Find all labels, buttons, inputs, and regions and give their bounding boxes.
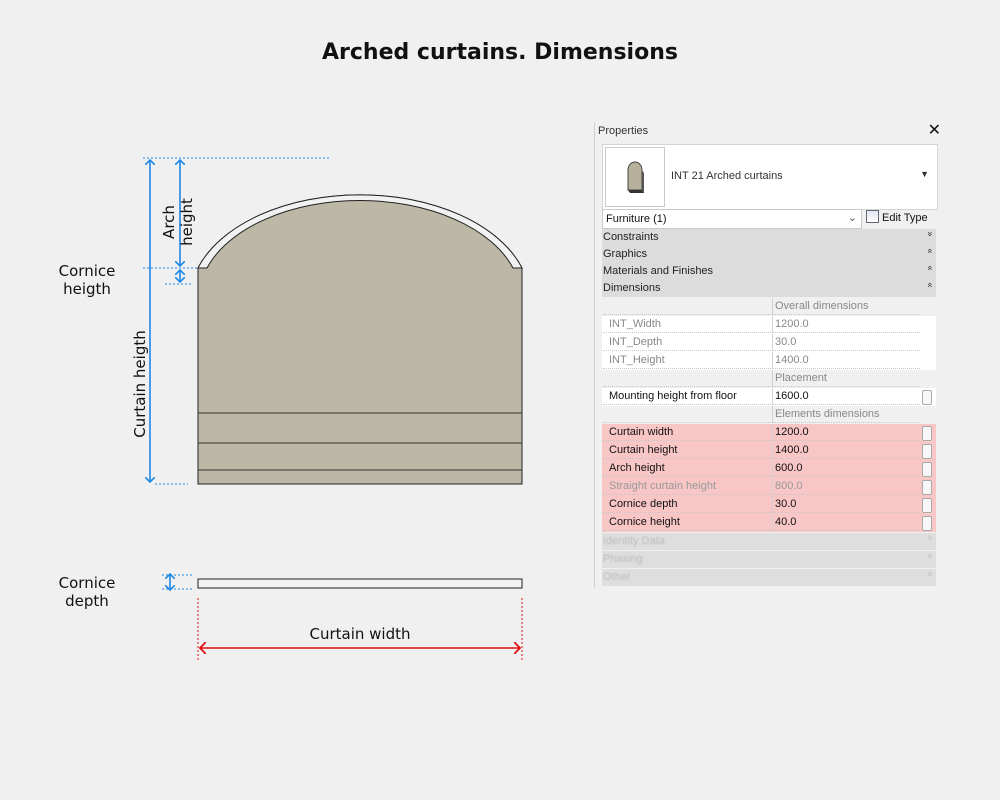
group-label: Dimensions <box>603 282 661 294</box>
property-name <box>603 406 771 423</box>
property-name: Curtain width <box>603 424 771 441</box>
property-name: INT_Height <box>603 352 771 369</box>
arch-height-label: Arch height <box>160 198 196 246</box>
property-name: Arch height <box>603 460 771 477</box>
curtain-width-label: Curtain width <box>309 625 411 643</box>
property-value[interactable]: 1200.0 <box>772 316 920 333</box>
properties-title: Properties <box>598 125 649 137</box>
group-header[interactable]: Other « <box>602 569 936 586</box>
section-label: Elements dimensions <box>772 406 920 423</box>
expand-icon[interactable]: » <box>925 231 935 236</box>
property-name <box>603 370 771 387</box>
chevron-down-icon: ⌄ <box>847 212 857 224</box>
dropdown-arrow-icon[interactable]: ▼ <box>920 169 929 179</box>
property-row[interactable]: INT_Height 1400.0 <box>602 352 936 370</box>
group-header[interactable]: Constraints » <box>602 229 936 246</box>
property-name: Curtain height <box>603 442 771 459</box>
property-name: INT_Depth <box>603 334 771 351</box>
associate-parameter-button[interactable] <box>922 498 932 513</box>
associate-parameter-button[interactable] <box>922 444 932 459</box>
edit-type-icon <box>866 210 879 223</box>
type-thumbnail <box>605 147 665 207</box>
property-row[interactable]: Elements dimensions <box>602 406 936 424</box>
group-label: Constraints <box>603 231 659 243</box>
group-header[interactable]: Phasing « <box>602 551 936 568</box>
property-row[interactable]: Placement <box>602 370 936 388</box>
property-name: Straight curtain height <box>603 478 771 495</box>
property-row[interactable]: Cornice depth 30.0 <box>602 496 936 514</box>
collapse-icon[interactable]: « <box>925 553 935 558</box>
properties-panel: Properties ✕ INT 21 Arched curtains ▼ Fu… <box>594 122 943 588</box>
curtain-height-label: Curtain heigth <box>131 330 149 438</box>
group-header[interactable]: Graphics « <box>602 246 936 263</box>
curtain-shape <box>197 194 523 485</box>
category-select[interactable]: Furniture (1) ⌄ <box>602 209 862 229</box>
property-value[interactable]: 1200.0 <box>772 424 920 441</box>
type-name: INT 21 Arched curtains <box>671 170 783 182</box>
property-name: Mounting height from floor <box>603 388 771 405</box>
group-label: Other <box>603 571 631 583</box>
property-value[interactable]: 40.0 <box>772 514 920 531</box>
associate-parameter-button[interactable] <box>922 516 932 531</box>
property-value[interactable]: 1600.0 <box>772 388 920 405</box>
property-row[interactable]: Curtain height 1400.0 <box>602 442 936 460</box>
group-label: Materials and Finishes <box>603 265 714 277</box>
edit-type-label: Edit Type <box>882 212 928 224</box>
property-row[interactable]: Overall dimensions <box>602 298 936 316</box>
cornice-top-view <box>197 578 523 589</box>
property-value[interactable]: 30.0 <box>772 496 920 513</box>
edit-type-button[interactable]: Edit Type <box>866 210 928 224</box>
group-header[interactable]: Materials and Finishes « <box>602 263 936 280</box>
property-name: INT_Width <box>603 316 771 333</box>
cornice-height-label: Cornice heigth <box>58 262 116 298</box>
property-value[interactable]: 1400.0 <box>772 352 920 369</box>
associate-parameter-button[interactable] <box>922 480 932 495</box>
category-select-value: Furniture (1) <box>606 213 667 225</box>
group-label: Graphics <box>603 248 648 260</box>
associate-parameter-button[interactable] <box>922 390 932 405</box>
group-label: Identity Data <box>603 535 665 547</box>
property-row[interactable]: Straight curtain height 800.0 <box>602 478 936 496</box>
properties-header: Properties ✕ <box>595 122 943 140</box>
group-header[interactable]: Identity Data « <box>602 533 936 550</box>
group-label: Phasing <box>603 553 643 565</box>
property-name: Cornice depth <box>603 496 771 513</box>
property-row[interactable]: Curtain width 1200.0 <box>602 424 936 442</box>
collapse-icon[interactable]: « <box>925 282 935 287</box>
collapse-icon[interactable]: « <box>925 248 935 253</box>
property-row[interactable]: Arch height 600.0 <box>602 460 936 478</box>
associate-parameter-button[interactable] <box>922 462 932 477</box>
property-row[interactable]: Cornice height 40.0 <box>602 514 936 532</box>
property-row[interactable]: Mounting height from floor 1600.0 <box>602 388 936 406</box>
section-label: Overall dimensions <box>772 298 920 315</box>
type-selector[interactable]: INT 21 Arched curtains ▼ <box>602 144 938 210</box>
property-value[interactable]: 600.0 <box>772 460 920 477</box>
collapse-icon[interactable]: « <box>925 265 935 270</box>
collapse-icon[interactable]: « <box>925 571 935 576</box>
group-header[interactable]: Dimensions « <box>602 280 936 297</box>
property-name <box>603 298 771 315</box>
associate-parameter-button[interactable] <box>922 426 932 441</box>
collapse-icon[interactable]: « <box>925 535 935 540</box>
property-row[interactable]: INT_Width 1200.0 <box>602 316 936 334</box>
section-label: Placement <box>772 370 920 387</box>
property-name: Cornice height <box>603 514 771 531</box>
cornice-depth-label: Cornice depth <box>58 574 116 610</box>
property-value[interactable]: 1400.0 <box>772 442 920 459</box>
close-icon[interactable]: ✕ <box>928 122 941 140</box>
property-row[interactable]: INT_Depth 30.0 <box>602 334 936 352</box>
property-value[interactable]: 800.0 <box>772 478 920 495</box>
property-value[interactable]: 30.0 <box>772 334 920 351</box>
